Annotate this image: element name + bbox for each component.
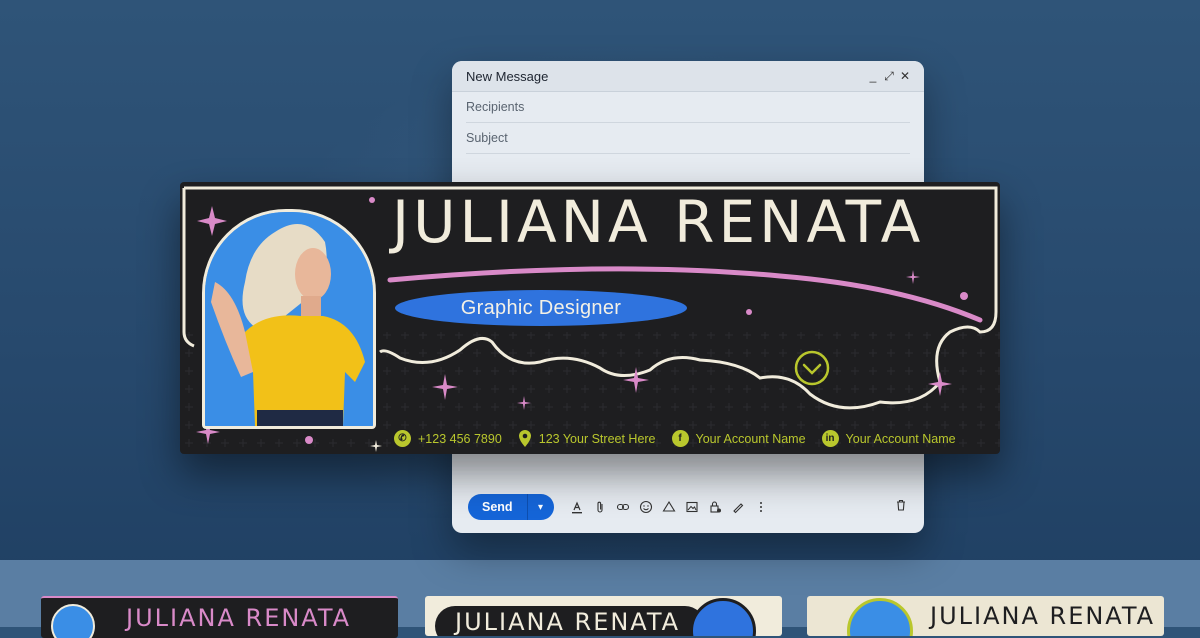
minimize-icon[interactable]: _	[868, 69, 878, 84]
template-thumbnail-1[interactable]: JULIANA RENATA	[41, 596, 398, 638]
contact-address[interactable]: 123 Your Street Here	[518, 430, 656, 447]
whatsapp-icon: ✆	[394, 430, 411, 447]
template-thumbnail-2[interactable]: JULIANA RENATA	[425, 596, 782, 636]
person-illustration	[205, 212, 373, 426]
chevron-down-icon[interactable]	[794, 350, 830, 386]
send-button[interactable]: Send	[468, 494, 528, 520]
contact-address-text: 123 Your Street Here	[538, 431, 656, 446]
format-text-icon[interactable]	[570, 500, 584, 514]
drive-icon[interactable]	[662, 500, 676, 514]
location-pin-icon	[518, 430, 531, 447]
signature-role: Graphic Designer	[395, 290, 687, 326]
send-options-button[interactable]: ▾	[528, 494, 554, 520]
image-icon[interactable]	[685, 500, 699, 514]
expand-icon[interactable]: ⤢	[884, 69, 894, 84]
thumbnail-name: JULIANA RENATA	[455, 608, 681, 636]
compose-title: New Message	[466, 68, 549, 84]
contact-facebook-text: Your Account Name	[695, 431, 806, 446]
emoji-icon[interactable]	[639, 500, 653, 514]
contact-phone-text: +123 456 7890	[418, 431, 502, 446]
window-controls: _ ⤢ ✕	[868, 69, 910, 84]
lock-clock-icon[interactable]	[708, 500, 722, 514]
thumbnail-photo	[847, 598, 913, 636]
thumbnail-name: JULIANA RENATA	[126, 604, 352, 632]
email-signature-banner: JULIANA RENATA Graphic Designer ✆ +123 4…	[180, 182, 1000, 454]
attach-icon[interactable]	[593, 500, 607, 514]
discard-button[interactable]	[894, 498, 908, 517]
compose-toolbar: Send ▾	[452, 481, 924, 533]
compose-header: New Message _ ⤢ ✕	[452, 61, 924, 92]
recipients-field[interactable]: Recipients	[466, 92, 910, 123]
signature-name: JULIANA RENATA	[392, 188, 925, 256]
contact-linkedin-text: Your Account Name	[845, 431, 956, 446]
close-icon[interactable]: ✕	[900, 69, 910, 84]
send-group: Send ▾	[468, 494, 554, 520]
contact-phone[interactable]: ✆ +123 456 7890	[394, 430, 502, 447]
formatting-tools	[570, 500, 768, 514]
link-icon[interactable]	[616, 500, 630, 514]
contact-linkedin[interactable]: in Your Account Name	[821, 430, 956, 447]
subject-field[interactable]: Subject	[466, 123, 910, 154]
thumbnail-name: JULIANA RENATA	[930, 602, 1156, 630]
template-thumbnail-3[interactable]: JULIANA RENATA	[807, 596, 1164, 636]
contact-facebook[interactable]: f Your Account Name	[671, 430, 806, 447]
contact-row: ✆ +123 456 7890 123 Your Street Here f Y…	[394, 430, 964, 447]
thumbnail-photo	[690, 598, 756, 636]
more-vertical-icon[interactable]	[754, 500, 768, 514]
profile-photo	[202, 209, 376, 429]
trash-icon	[897, 499, 905, 511]
facebook-icon: f	[671, 430, 689, 447]
pen-icon[interactable]	[731, 500, 745, 514]
linkedin-icon: in	[821, 430, 839, 447]
thumbnail-photo	[51, 604, 95, 638]
